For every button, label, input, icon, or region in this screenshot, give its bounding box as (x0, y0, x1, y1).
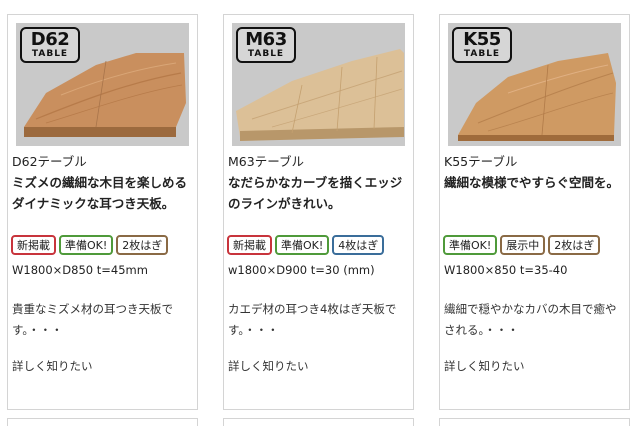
product-card-next[interactable] (439, 418, 630, 426)
tag-on-display: 展示中 (500, 235, 546, 255)
product-name[interactable]: K55テーブル (444, 151, 517, 170)
product-photo[interactable]: M63 TABLE (232, 23, 405, 146)
logo-code: M63 (245, 29, 287, 50)
more-info-link[interactable]: 詳しく知りたい (444, 358, 525, 374)
product-card-m63[interactable]: M63 TABLE M63テーブル なだらかなカーブを描くエッジのラインがきれい… (223, 14, 414, 410)
more-info-link[interactable]: 詳しく知りたい (228, 358, 309, 374)
tag-ready: 準備OK! (275, 235, 330, 255)
product-size: W1800×850 t=35-40 (444, 263, 568, 277)
logo-word: TABLE (463, 49, 501, 59)
tag-ready: 準備OK! (443, 235, 498, 255)
tag-new: 新掲載 (11, 235, 56, 255)
logo-code: D62 (30, 29, 70, 50)
product-description: 貴重なミズメ材の耳つき天板です。・・・ (12, 302, 173, 337)
product-card-next[interactable] (7, 418, 198, 426)
product-logo: K55 TABLE (452, 27, 512, 63)
more-info-link[interactable]: 詳しく知りたい (12, 358, 93, 374)
logo-word: TABLE (247, 49, 285, 59)
tag-list: 新掲載 準備OK! 4枚はぎ (227, 235, 385, 255)
tag-planks: 4枚はぎ (332, 235, 385, 255)
product-description: 繊細で穏やかなカバの木目で癒やされる。・・・ (444, 302, 617, 337)
logo-word: TABLE (31, 49, 69, 59)
product-photo[interactable]: D62 TABLE (16, 23, 189, 146)
product-name[interactable]: M63テーブル (228, 151, 304, 170)
tag-list: 準備OK! 展示中 2枚はぎ (443, 235, 601, 255)
tag-ready: 準備OK! (59, 235, 114, 255)
tag-planks: 2枚はぎ (116, 235, 169, 255)
product-card-next[interactable] (223, 418, 414, 426)
product-photo[interactable]: K55 TABLE (448, 23, 621, 146)
product-card-k55[interactable]: K55 TABLE K55テーブル 繊細な模様でやすらぐ空間を。 準備OK! 展… (439, 14, 630, 410)
product-logo: D62 TABLE (20, 27, 80, 63)
product-size: w1800×D900 t=30 (mm) (228, 263, 375, 277)
product-name[interactable]: D62テーブル (12, 151, 87, 170)
product-description: カエデ材の耳つき4枚はぎ天板です。・・・ (228, 302, 397, 337)
product-catchphrase: なだらかなカーブを描くエッジのラインがきれい。 (228, 175, 403, 211)
product-catchphrase: ミズメの繊細な木目を楽しめるダイナミックな耳つき天板。 (12, 175, 188, 211)
logo-code: K55 (463, 29, 501, 50)
tag-new: 新掲載 (227, 235, 272, 255)
product-card-d62[interactable]: D62 TABLE D62テーブル ミズメの繊細な木目を楽しめるダイナミックな耳… (7, 14, 198, 410)
product-size: W1800×D850 t=45mm (12, 263, 148, 277)
tag-list: 新掲載 準備OK! 2枚はぎ (11, 235, 169, 255)
product-catchphrase: 繊細な模様でやすらぐ空間を。 (444, 175, 620, 190)
tag-planks: 2枚はぎ (548, 235, 601, 255)
product-logo: M63 TABLE (236, 27, 296, 63)
